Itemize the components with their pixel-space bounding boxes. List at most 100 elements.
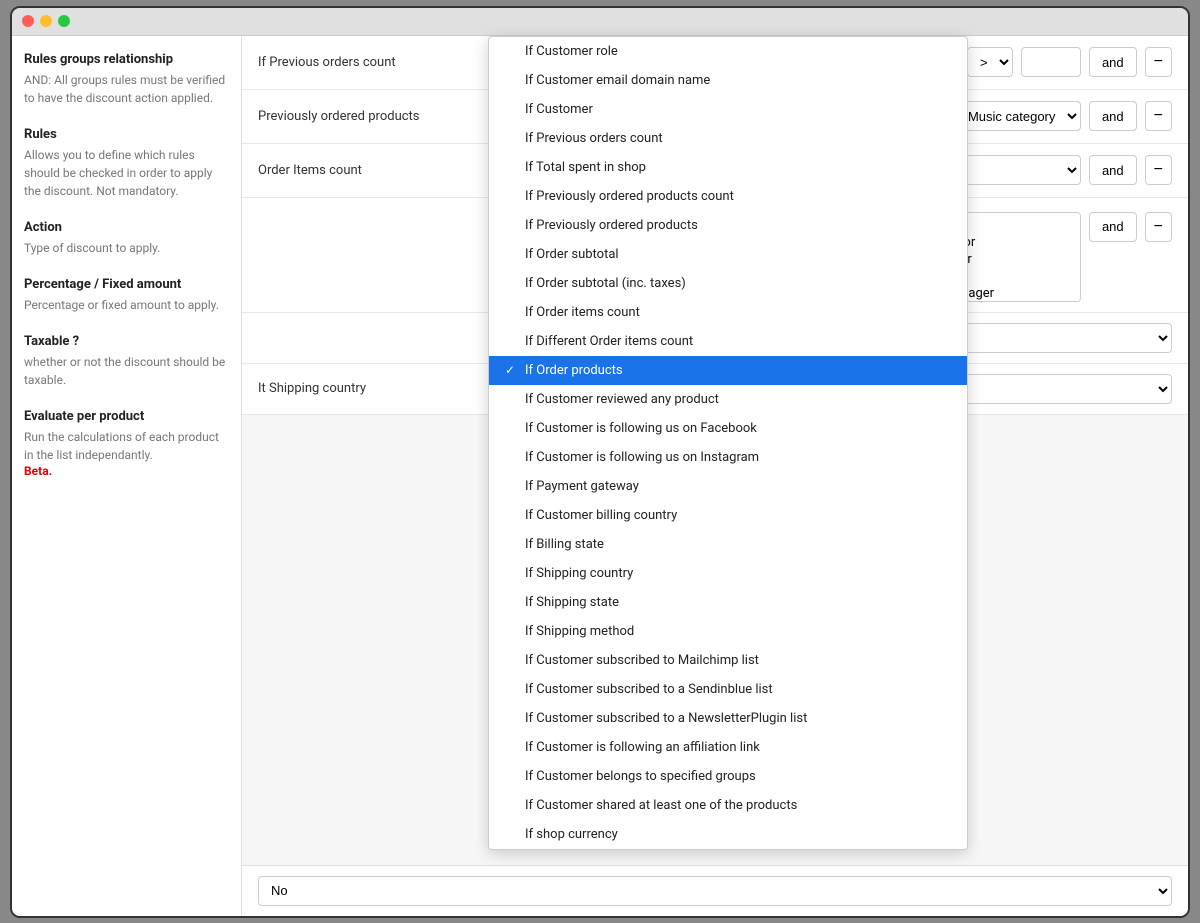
dropdown-label-newsletter-plugin: If Customer subscribed to a NewsletterPl… xyxy=(525,711,807,726)
sidebar-section-desc-action: Type of discount to apply. xyxy=(24,239,229,257)
sidebar-section-rules-groups: Rules groups relationship AND: All group… xyxy=(24,52,229,107)
sidebar-section-rules: Rules Allows you to define which rules s… xyxy=(24,127,229,200)
dropdown-item-following-facebook[interactable]: If Customer is following us on Facebook xyxy=(489,414,967,443)
dropdown-label-customer-reviewed: If Customer reviewed any product xyxy=(525,392,719,407)
app-window: Rules groups relationship AND: All group… xyxy=(10,6,1190,918)
remove-button-row2[interactable]: − xyxy=(1145,101,1172,131)
dropdown-label-shared-products: If Customer shared at least one of the p… xyxy=(525,798,797,813)
dropdown-label-shop-currency: If shop currency xyxy=(525,827,618,842)
sidebar-section-title-evaluate: Evaluate per product xyxy=(24,409,229,424)
main-content: If Previous orders count > < = and − xyxy=(242,36,1188,916)
dropdown-item-shipping-method[interactable]: If Shipping method xyxy=(489,617,967,646)
and-button-multi[interactable]: and xyxy=(1089,212,1137,242)
dropdown-label-affiliation-link: If Customer is following an affiliation … xyxy=(525,740,760,755)
close-button[interactable] xyxy=(22,15,34,27)
dropdown-item-order-subtotal-taxes[interactable]: If Order subtotal (inc. taxes) xyxy=(489,269,967,298)
and-button-row3[interactable]: and xyxy=(1089,155,1137,185)
dropdown-item-different-order-items[interactable]: If Different Order items count xyxy=(489,327,967,356)
sidebar-section-taxable: Taxable ? whether or not the discount sh… xyxy=(24,334,229,389)
sidebar: Rules groups relationship AND: All group… xyxy=(12,36,242,916)
dropdown-label-billing-state: If Billing state xyxy=(525,537,604,552)
dropdown-label-order-subtotal: If Order subtotal xyxy=(525,247,619,262)
dropdown-label-order-products: If Order products xyxy=(525,363,623,378)
minimize-button[interactable] xyxy=(40,15,52,27)
dropdown-item-following-instagram[interactable]: If Customer is following us on Instagram xyxy=(489,443,967,472)
dropdown-item-order-subtotal[interactable]: If Order subtotal xyxy=(489,240,967,269)
checkmark-order-products: ✓ xyxy=(505,363,519,377)
sidebar-section-title-rules-groups: Rules groups relationship xyxy=(24,52,229,67)
dropdown-item-belongs-groups[interactable]: If Customer belongs to specified groups xyxy=(489,762,967,791)
sidebar-section-title-percentage: Percentage / Fixed amount xyxy=(24,277,229,292)
dropdown-label-belongs-groups: If Customer belongs to specified groups xyxy=(525,769,756,784)
dropdown-item-customer-email[interactable]: If Customer email domain name xyxy=(489,66,967,95)
dropdown-label-customer-role: If Customer role xyxy=(525,44,618,59)
dropdown-label-following-instagram: If Customer is following us on Instagram xyxy=(525,450,759,465)
sidebar-section-title-taxable: Taxable ? xyxy=(24,334,229,349)
dropdown-item-customer[interactable]: If Customer xyxy=(489,95,967,124)
evaluate-select[interactable]: No Yes xyxy=(258,876,1172,906)
title-bar xyxy=(12,8,1188,36)
rule-label-order-items: Order Items count xyxy=(258,163,438,178)
dropdown-item-shared-products[interactable]: If Customer shared at least one of the p… xyxy=(489,791,967,820)
dropdown-menu[interactable]: If Customer role If Customer email domai… xyxy=(488,36,968,850)
dropdown-item-order-products[interactable]: ✓ If Order products xyxy=(489,356,967,385)
dropdown-label-customer-email: If Customer email domain name xyxy=(525,73,710,88)
dropdown-label-total-spent: If Total spent in shop xyxy=(525,160,646,175)
sidebar-section-action: Action Type of discount to apply. xyxy=(24,220,229,257)
dropdown-label-following-facebook: If Customer is following us on Facebook xyxy=(525,421,757,436)
dropdown-label-order-subtotal-taxes: If Order subtotal (inc. taxes) xyxy=(525,276,686,291)
dropdown-item-prev-ordered[interactable]: If Previously ordered products xyxy=(489,211,967,240)
sidebar-section-title-action: Action xyxy=(24,220,229,235)
dropdown-label-shipping-method: If Shipping method xyxy=(525,624,634,639)
dropdown-item-prev-ordered-count[interactable]: If Previously ordered products count xyxy=(489,182,967,211)
dropdown-label-previous-orders: If Previous orders count xyxy=(525,131,663,146)
beta-label: Beta. xyxy=(24,464,229,478)
evaluate-row: No Yes xyxy=(242,865,1188,916)
dropdown-item-shipping-country[interactable]: If Shipping country xyxy=(489,559,967,588)
dropdown-label-different-order-items: If Different Order items count xyxy=(525,334,693,349)
dropdown-label-customer: If Customer xyxy=(525,102,593,117)
dropdown-item-total-spent[interactable]: If Total spent in shop xyxy=(489,153,967,182)
sidebar-section-desc-evaluate: Run the calculations of each product in … xyxy=(24,428,229,464)
dropdown-item-mailchimp[interactable]: If Customer subscribed to Mailchimp list xyxy=(489,646,967,675)
and-button-row1[interactable]: and xyxy=(1089,47,1137,77)
dropdown-item-previous-orders[interactable]: If Previous orders count xyxy=(489,124,967,153)
window-controls xyxy=(22,15,70,27)
dropdown-item-order-items[interactable]: If Order items count xyxy=(489,298,967,327)
dropdown-label-prev-ordered: If Previously ordered products xyxy=(525,218,698,233)
content-area: Rules groups relationship AND: All group… xyxy=(12,36,1188,916)
category-select-previously-ordered[interactable]: Music category xyxy=(955,101,1081,131)
dropdown-label-shipping-state: If Shipping state xyxy=(525,595,619,610)
dropdown-item-shipping-state[interactable]: If Shipping state xyxy=(489,588,967,617)
value-input-previous-orders[interactable] xyxy=(1021,47,1081,77)
dropdown-label-mailchimp: If Customer subscribed to Mailchimp list xyxy=(525,653,759,668)
remove-button-row3[interactable]: − xyxy=(1145,155,1172,185)
dropdown-item-sendinblue[interactable]: If Customer subscribed to a Sendinblue l… xyxy=(489,675,967,704)
dropdown-item-customer-reviewed[interactable]: If Customer reviewed any product xyxy=(489,385,967,414)
dropdown-item-affiliation-link[interactable]: If Customer is following an affiliation … xyxy=(489,733,967,762)
maximize-button[interactable] xyxy=(58,15,70,27)
dropdown-label-shipping-country: If Shipping country xyxy=(525,566,633,581)
rule-label-previous-orders: If Previous orders count xyxy=(258,55,438,70)
dropdown-label-billing-country: If Customer billing country xyxy=(525,508,677,523)
sidebar-section-desc-taxable: whether or not the discount should be ta… xyxy=(24,353,229,389)
operator-select-previous-orders[interactable]: > < = xyxy=(967,47,1013,77)
sidebar-section-desc-percentage: Percentage or fixed amount to apply. xyxy=(24,296,229,314)
dropdown-label-sendinblue: If Customer subscribed to a Sendinblue l… xyxy=(525,682,773,697)
sidebar-section-desc-rules: Allows you to define which rules should … xyxy=(24,146,229,200)
dropdown-item-newsletter-plugin[interactable]: If Customer subscribed to a NewsletterPl… xyxy=(489,704,967,733)
remove-button-row1[interactable]: − xyxy=(1145,47,1172,77)
dropdown-item-customer-role[interactable]: If Customer role xyxy=(489,37,967,66)
rule-label-previously-ordered: Previously ordered products xyxy=(258,109,438,124)
dropdown-label-payment-gateway: If Payment gateway xyxy=(525,479,639,494)
sidebar-section-desc-rules-groups: AND: All groups rules must be verified t… xyxy=(24,71,229,107)
dropdown-item-billing-country[interactable]: If Customer billing country xyxy=(489,501,967,530)
dropdown-label-prev-ordered-count: If Previously ordered products count xyxy=(525,189,734,204)
dropdown-item-billing-state[interactable]: If Billing state xyxy=(489,530,967,559)
dropdown-label-order-items: If Order items count xyxy=(525,305,640,320)
sidebar-section-percentage: Percentage / Fixed amount Percentage or … xyxy=(24,277,229,314)
dropdown-item-payment-gateway[interactable]: If Payment gateway xyxy=(489,472,967,501)
and-button-row2[interactable]: and xyxy=(1089,101,1137,131)
dropdown-item-shop-currency[interactable]: If shop currency xyxy=(489,820,967,849)
remove-button-multi[interactable]: − xyxy=(1145,212,1172,242)
